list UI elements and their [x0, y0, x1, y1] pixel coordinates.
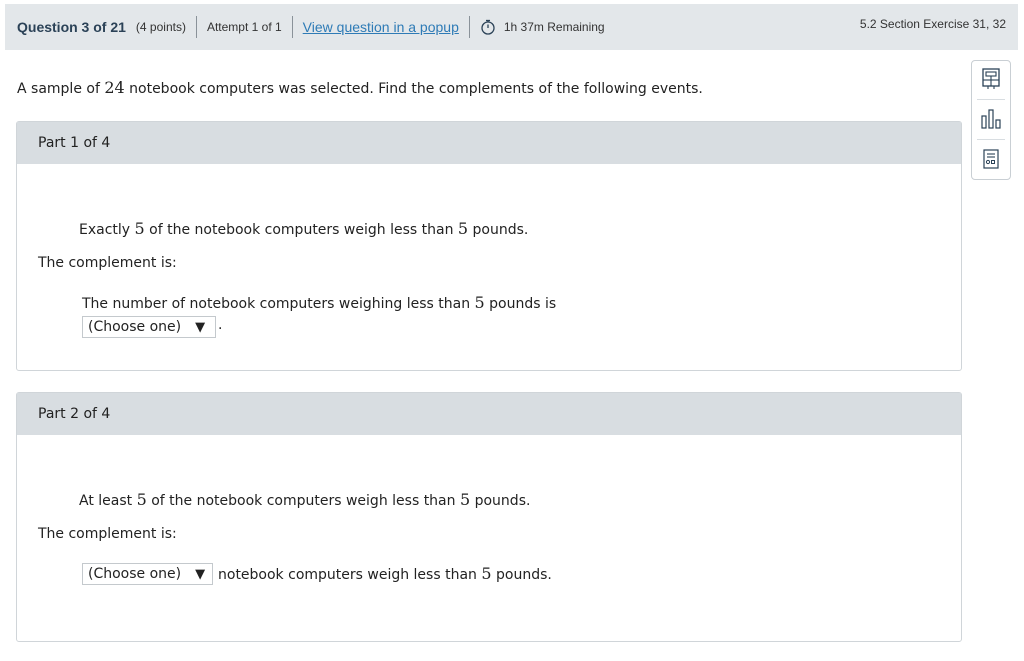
event-text: pounds.: [472, 222, 529, 238]
part-1-complement-label: The complement is:: [38, 255, 177, 271]
question-number: Question 3 of 21: [17, 19, 126, 35]
select-value: (Choose one): [88, 566, 182, 582]
event-text: pounds.: [474, 493, 531, 509]
part-2-panel: Part 2 of 4 At least 5 of the notebook c…: [16, 392, 962, 642]
part-1-panel: Part 1 of 4 Exactly 5 of the notebook co…: [16, 121, 962, 371]
stopwatch-icon: [480, 19, 496, 35]
tool-divider: [977, 139, 1005, 140]
event-text: At least: [79, 493, 133, 509]
part-2-answer-sentence: notebook computers weigh less than 5 pou…: [218, 564, 552, 583]
answer-text: pounds is: [489, 296, 557, 312]
event-text: of the notebook computers weigh less tha…: [149, 222, 454, 238]
part-2-choose-select[interactable]: (Choose one) ▼: [82, 563, 213, 585]
dropdown-arrow-icon: ▼: [195, 566, 206, 582]
part-2-event: At least 5 of the notebook computers wei…: [79, 490, 530, 509]
answer-text: The number of notebook computers weighin…: [82, 296, 471, 312]
section-label: 5.2 Section Exercise 31, 32: [859, 17, 1006, 31]
part-1-period: .: [218, 317, 223, 333]
data-table-icon[interactable]: [979, 147, 1003, 171]
event-number: 5: [136, 490, 147, 509]
answer-text: notebook computers weigh less than: [218, 567, 477, 583]
question-points: (4 points): [135, 20, 186, 34]
dropdown-arrow-icon: ▼: [195, 319, 206, 335]
part-2-header: Part 2 of 4: [17, 393, 961, 435]
event-number: 5: [457, 219, 469, 238]
select-value: (Choose one): [88, 319, 182, 335]
answer-text: pounds.: [496, 567, 552, 583]
prompt-text: A sample of: [17, 81, 100, 97]
part-2-complement-label: The complement is:: [38, 526, 177, 542]
calculator-icon[interactable]: [979, 67, 1003, 91]
header-divider: [195, 16, 197, 38]
question-header: Question 3 of 21 (4 points) Attempt 1 of…: [5, 4, 1018, 50]
part-1-answer-sentence: The number of notebook computers weighin…: [82, 293, 556, 312]
bar-chart-icon[interactable]: [979, 107, 1003, 131]
tools-panel: [971, 60, 1011, 180]
part-1-choose-select[interactable]: (Choose one) ▼: [82, 316, 216, 338]
answer-number: 5: [474, 293, 485, 312]
attempt-count: Attempt 1 of 1: [206, 20, 282, 34]
part-1-event: Exactly 5 of the notebook computers weig…: [79, 219, 528, 238]
tool-divider: [977, 99, 1005, 100]
sample-size: 24: [104, 78, 125, 97]
answer-number: 5: [481, 564, 492, 583]
question-prompt: A sample of 24 notebook computers was se…: [17, 78, 703, 97]
event-number: 5: [459, 490, 471, 509]
event-text: of the notebook computers weigh less tha…: [151, 493, 456, 509]
part-1-header: Part 1 of 4: [17, 122, 961, 164]
header-divider: [291, 16, 293, 38]
event-number: 5: [134, 219, 145, 238]
view-popup-link[interactable]: View question in a popup: [303, 19, 459, 35]
prompt-text: notebook computers was selected. Find th…: [129, 81, 703, 97]
event-text: Exactly: [79, 222, 131, 238]
header-divider: [468, 16, 470, 38]
time-remaining: 1h 37m Remaining: [503, 20, 605, 34]
